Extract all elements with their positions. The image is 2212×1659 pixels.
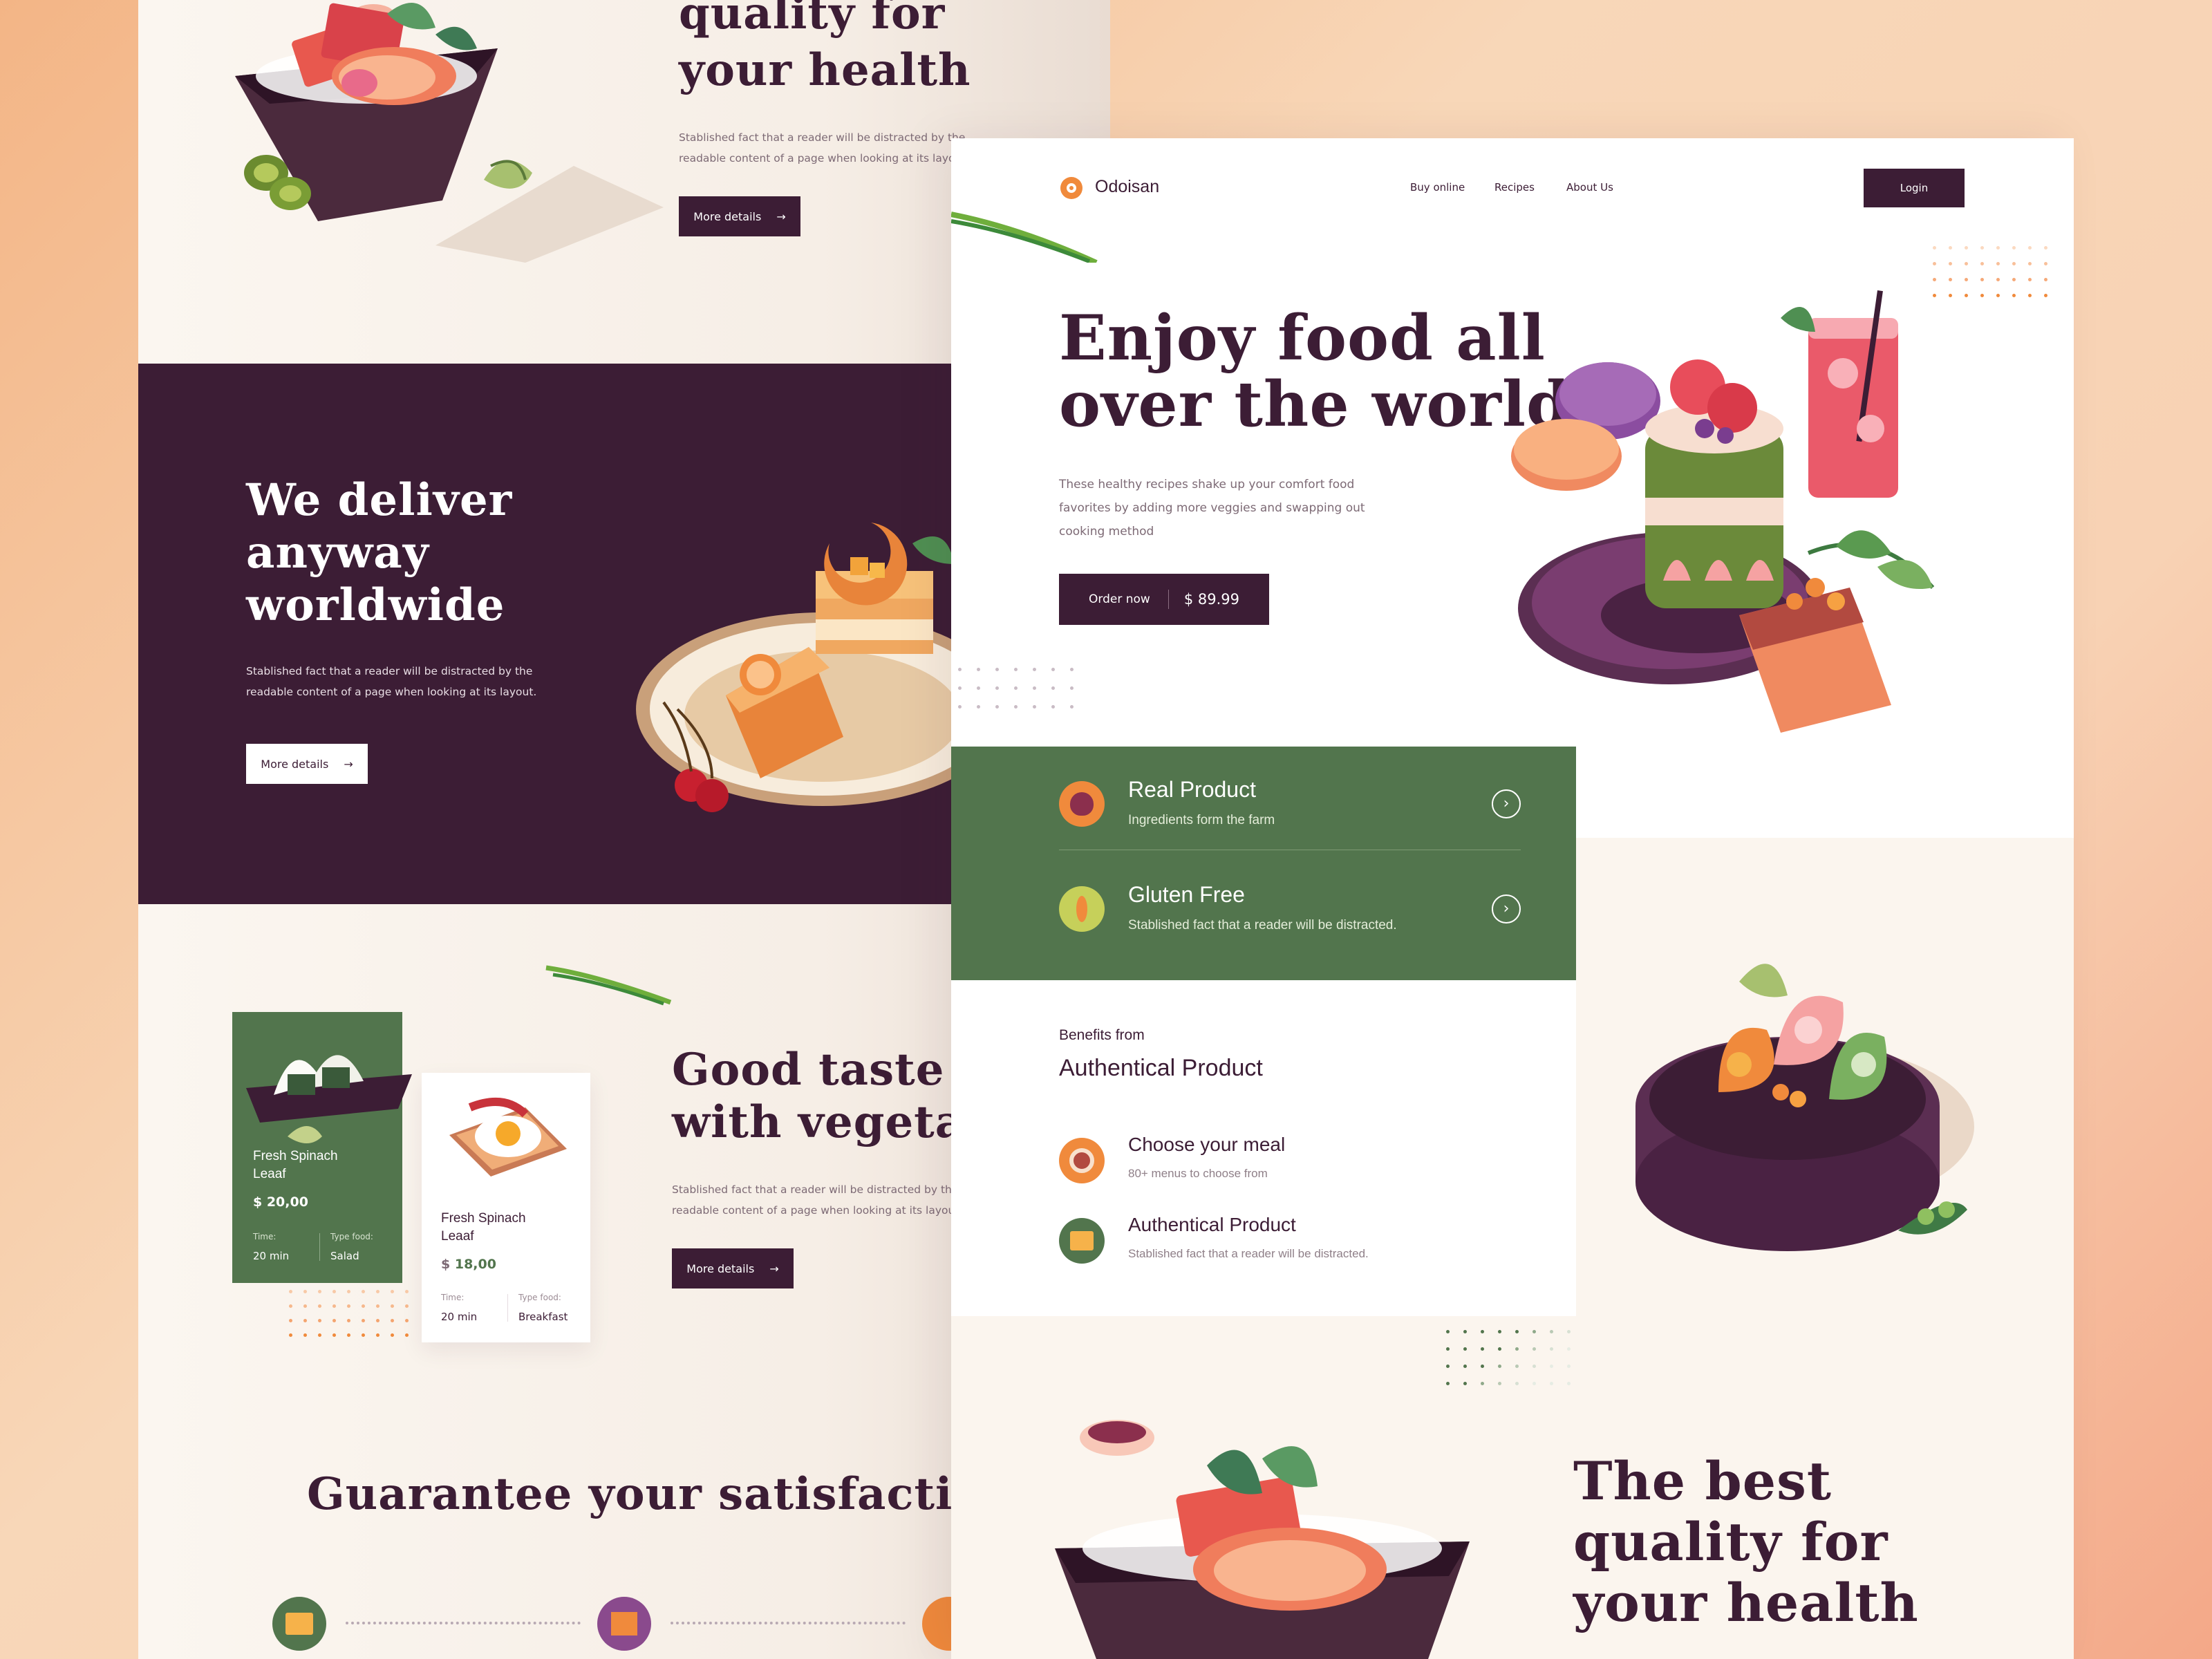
taste-more-details-button[interactable]: More details →: [672, 1248, 794, 1288]
box-icon: [597, 1597, 651, 1651]
nav-buy-online[interactable]: Buy online: [1410, 181, 1465, 194]
hero-text-line1: Stablished fact that a reader will be di…: [679, 131, 966, 144]
price-value: 18,00: [454, 1257, 496, 1272]
decorative-dots-grey: [958, 668, 1074, 709]
time-label: Time:: [441, 1293, 465, 1302]
right-page: Odoisan Buy online Recipes About Us Logi…: [951, 138, 2074, 1659]
dumpling-tart-illustration: [1635, 964, 1974, 1251]
benefits-title: Authentical Product: [1059, 1055, 1263, 1081]
arrow-right-icon: →: [769, 1262, 779, 1275]
bottom-title-line1: The best: [1573, 1450, 1833, 1512]
hero-text-line2: readable content of a page when looking …: [679, 152, 970, 165]
divider: [507, 1294, 508, 1322]
card-name-line2: Leaaf: [253, 1167, 286, 1181]
food-bowl-illustration: [1055, 1420, 1470, 1659]
order-label: Order now: [1089, 592, 1150, 606]
hero-text-line3: cooking method: [1059, 525, 1154, 538]
benefits-panel: Benefits from Authentical Product Choose…: [951, 980, 1576, 1316]
wheat-icon: [1059, 886, 1105, 932]
dotted-connector: [346, 1622, 581, 1624]
onion-icon: [1059, 781, 1105, 827]
time-label: Time:: [253, 1232, 276, 1241]
login-button[interactable]: Login: [1864, 169, 1965, 207]
card-name-line2: Leaaf: [441, 1229, 474, 1244]
time-value: 20 min: [253, 1250, 290, 1262]
bottom-title-line2: quality for: [1573, 1511, 1888, 1573]
benefit-authentical-product: Authentical Product Stablished fact that…: [1059, 1211, 1501, 1273]
type-value: Breakfast: [518, 1311, 568, 1323]
book-icon: [272, 1597, 326, 1651]
roll-cake-icon: [1059, 1138, 1105, 1183]
hero-more-details-button[interactable]: More details →: [679, 196, 800, 236]
order-now-button[interactable]: Order now $ 89.99: [1059, 574, 1269, 625]
deliver-text-line2: readable content of a page when looking …: [246, 686, 537, 698]
nav-recipes[interactable]: Recipes: [1494, 181, 1535, 194]
benefit-title: Authentical Product: [1128, 1214, 1296, 1235]
guarantee-title: Guarantee your satisfaction: [307, 1468, 1016, 1520]
benefits-label: Benefits from: [1059, 1027, 1145, 1043]
brand-logo-icon[interactable]: [1060, 177, 1082, 199]
egg-toast-icon: [449, 1098, 567, 1177]
taste-text-line2: readable content of a page when looking …: [672, 1204, 963, 1217]
feature-subtitle: Ingredients form the farm: [1128, 813, 1275, 827]
button-label: More details: [693, 209, 762, 223]
button-label: More details: [686, 1262, 755, 1275]
features-panel: Real Product Ingredients form the farm ›…: [951, 747, 1576, 980]
feature-subtitle: Stablished fact that a reader will be di…: [1128, 918, 1397, 932]
card-name-line1: Fresh Spinach: [253, 1149, 338, 1163]
taste-title-line2: with vegetab: [672, 1096, 996, 1148]
card-price: $ 20,00: [253, 1194, 308, 1210]
hero-text-line2: favorites by adding more veggies and swa…: [1059, 501, 1365, 515]
decorative-dots-orange: [1933, 246, 2047, 297]
button-label: More details: [261, 757, 329, 771]
benefit-subtitle: Stablished fact that a reader will be di…: [1128, 1247, 1369, 1260]
price-prefix: $: [441, 1257, 451, 1272]
benefit-title: Choose your meal: [1128, 1134, 1286, 1155]
feature-gluten-free[interactable]: Gluten Free Stablished fact that a reade…: [1059, 879, 1521, 955]
rice-ball-icon: [246, 1055, 412, 1143]
brand-name[interactable]: Odoisan: [1095, 177, 1159, 197]
divider: [319, 1233, 320, 1261]
deliver-title-line2: anyway: [246, 527, 429, 579]
recipe-card-breakfast[interactable]: Fresh Spinach Leaaf $ 18,00 Time: 20 min…: [422, 1073, 590, 1342]
chevron-right-icon[interactable]: ›: [1492, 789, 1521, 818]
hero-title-line1: Enjoy food all: [1059, 301, 1546, 375]
green-onion-icon: [951, 212, 1098, 263]
feature-real-product[interactable]: Real Product Ingredients form the farm ›: [1059, 774, 1521, 850]
deliver-title-line3: worldwide: [246, 579, 505, 631]
card-name-line1: Fresh Spinach: [441, 1211, 526, 1226]
card-price: $ 18,00: [441, 1257, 496, 1272]
arrow-right-icon: →: [776, 209, 786, 223]
benefit-choose-meal: Choose your meal 80+ menus to choose fro…: [1059, 1131, 1501, 1193]
book-icon: [1059, 1218, 1105, 1264]
type-label: Type food:: [330, 1232, 373, 1241]
chevron-right-icon[interactable]: ›: [1492, 894, 1521, 924]
type-value: Salad: [330, 1250, 359, 1262]
nav-about-us[interactable]: About Us: [1566, 181, 1613, 194]
hero-title-line1: quality for: [679, 0, 946, 39]
taste-title-line1: Good taste: [672, 1044, 945, 1096]
time-value: 20 min: [441, 1311, 478, 1323]
feature-title: Real Product: [1128, 777, 1256, 802]
decorative-dots-green: [1446, 1330, 1571, 1385]
feature-title: Gluten Free: [1128, 882, 1245, 907]
benefit-subtitle: 80+ menus to choose from: [1128, 1167, 1268, 1180]
deliver-text-line1: Stablished fact that a reader will be di…: [246, 665, 533, 677]
order-price: $ 89.99: [1183, 591, 1239, 608]
hero-text-line1: These healthy recipes shake up your comf…: [1059, 478, 1355, 491]
bottom-title-line3: your health: [1573, 1572, 1919, 1633]
taste-text-line1: Stablished fact that a reader will be di…: [672, 1183, 959, 1196]
hero-title-line2: your health: [679, 44, 971, 96]
type-label: Type food:: [518, 1293, 561, 1302]
deliver-title-line1: We deliver: [246, 474, 513, 526]
decorative-dots-orange: [289, 1290, 409, 1337]
deliver-more-details-button[interactable]: More details →: [246, 744, 368, 784]
dotted-connector: [671, 1622, 906, 1624]
recipe-card-salad[interactable]: Fresh Spinach Leaaf $ 20,00 Time: 20 min…: [232, 1012, 412, 1283]
green-onion-icon: [545, 965, 672, 1006]
arrow-right-icon: →: [344, 757, 353, 771]
